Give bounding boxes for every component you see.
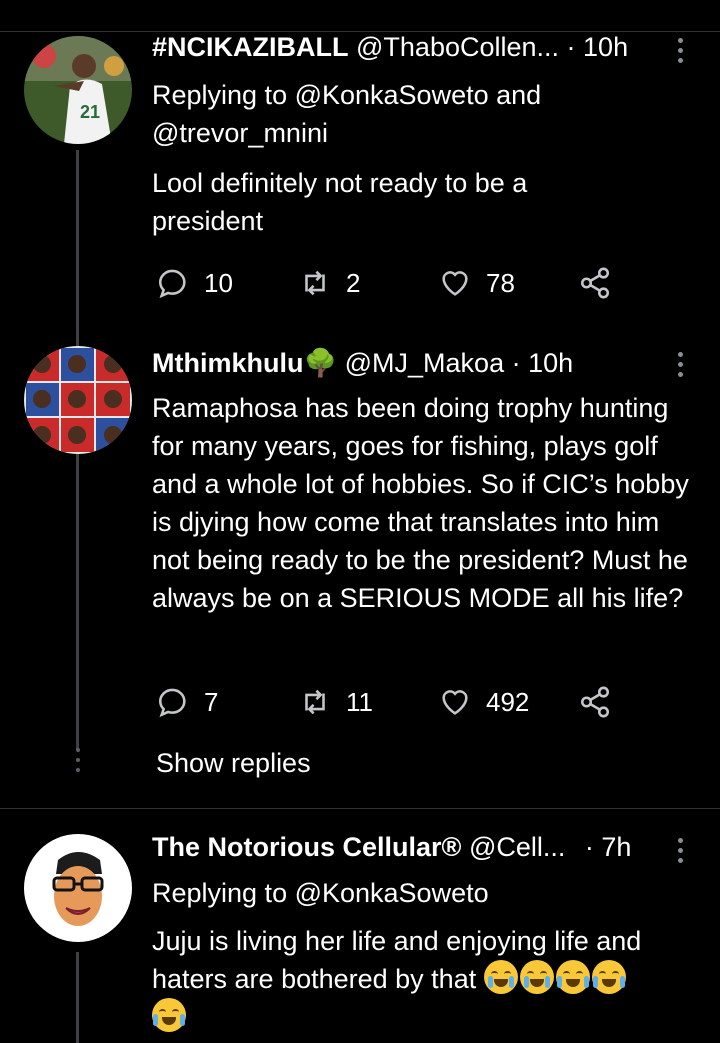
handle[interactable]: @Cell... — [469, 832, 565, 862]
tears-of-joy-emoji-icon — [591, 960, 626, 994]
more-icon[interactable] — [678, 38, 684, 68]
reply-button[interactable]: 7 — [156, 684, 218, 720]
action-bar: 7 11 492 — [152, 684, 632, 720]
loudly-crying-emoji-icon — [483, 960, 518, 994]
more-icon[interactable] — [678, 838, 684, 868]
tweet-text-line1: Juju is living her life and enjoying lif… — [152, 926, 642, 956]
handle[interactable]: @ThaboCollen... — [356, 32, 559, 62]
tweet-text: Ramaphosa has been doing trophy hunting … — [152, 393, 689, 613]
like-icon — [442, 690, 468, 715]
tweet-header: The Notorious Cellular® @Cell... · 7h — [152, 830, 680, 864]
retweet-count: 11 — [346, 686, 373, 717]
tears-of-joy-emoji-icon — [555, 960, 590, 994]
replying-to[interactable]: Replying to @KonkaSoweto — [152, 874, 672, 912]
timestamp[interactable]: · 10h — [567, 32, 629, 62]
replying-to[interactable]: Replying to @KonkaSoweto and @trevor_mni… — [152, 76, 672, 152]
reply-count: 10 — [204, 267, 233, 298]
reply-button[interactable]: 10 — [156, 265, 233, 301]
more-icon[interactable] — [678, 352, 684, 382]
reply-icon — [158, 269, 186, 299]
timestamp[interactable]: · 10h — [512, 348, 574, 378]
timestamp[interactable]: · 7h — [585, 832, 632, 862]
display-name[interactable]: The Notorious Cellular® — [152, 832, 461, 862]
reply-count: 7 — [204, 686, 219, 717]
retweet-icon — [305, 270, 325, 296]
avatar[interactable] — [24, 834, 132, 942]
retweet-button[interactable]: 2 — [298, 265, 360, 301]
loudly-crying-emoji-icon — [519, 960, 554, 994]
like-button[interactable]: 78 — [438, 265, 515, 301]
avatar[interactable]: 21 — [24, 36, 132, 144]
show-replies-link[interactable]: Show replies — [156, 748, 311, 779]
tweet-text: Lool definitely not ready to be a presid… — [152, 168, 528, 236]
thread-line — [76, 952, 79, 1043]
retweet-button[interactable]: 11 — [298, 684, 373, 720]
thread-continuation-dots — [75, 748, 81, 778]
emoji-group — [483, 960, 628, 994]
like-icon — [442, 271, 468, 296]
divider — [0, 808, 720, 809]
tweet-text: Juju is living her life and enjoying lif… — [152, 922, 700, 1036]
retweet-count: 2 — [346, 267, 361, 298]
share-icon — [580, 267, 610, 299]
like-count: 492 — [486, 686, 530, 717]
like-count: 78 — [486, 267, 515, 298]
handle[interactable]: @MJ_Makoa — [345, 348, 504, 378]
share-icon — [580, 686, 610, 718]
tears-of-joy-emoji-icon — [152, 998, 186, 1032]
tweet-header: #NCIKAZIBALL @ThaboCollen... · 10h — [152, 30, 680, 64]
display-name[interactable]: #NCIKAZIBALL — [152, 32, 349, 62]
share-button[interactable] — [578, 684, 626, 720]
svg-text:21: 21 — [80, 102, 100, 122]
avatar[interactable] — [24, 346, 132, 454]
tweet-text-line2: haters are bothered by that — [152, 964, 477, 994]
display-name[interactable]: Mthimkhulu🌳 — [152, 348, 337, 378]
tweet-header: Mthimkhulu🌳 @MJ_Makoa · 10h — [152, 346, 680, 380]
retweet-icon — [305, 689, 325, 715]
share-button[interactable] — [578, 265, 626, 301]
like-button[interactable]: 492 — [438, 684, 529, 720]
reply-icon — [158, 688, 186, 718]
action-bar: 10 2 78 — [152, 265, 632, 301]
